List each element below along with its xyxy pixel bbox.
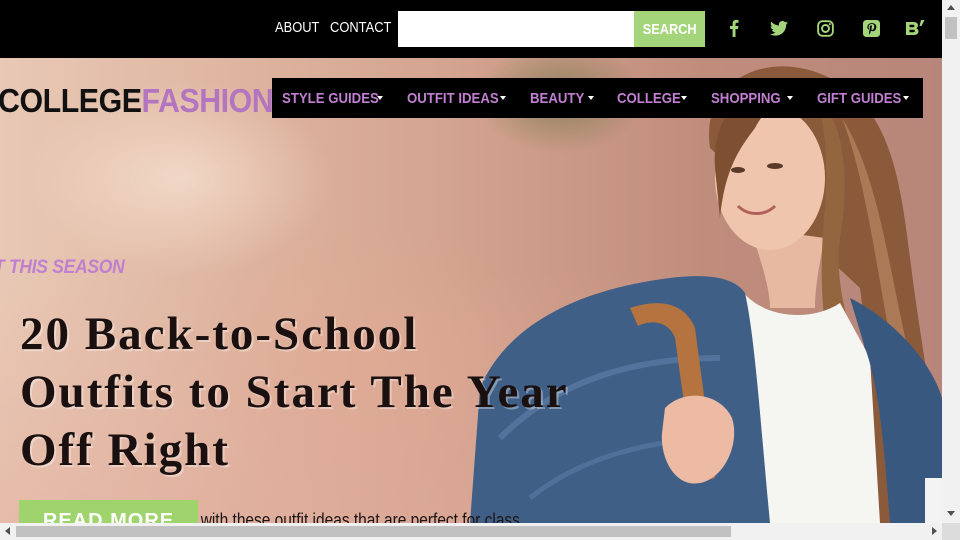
read-more-button[interactable]: READ MORE xyxy=(19,500,198,523)
search-button-label: SEARCH xyxy=(642,20,697,38)
top-bar: ABOUT CONTACT SEARCH xyxy=(0,0,942,58)
page-viewport: T THIS SEASON 20 Back-to-School Outfits … xyxy=(0,0,942,523)
chevron-down-icon[interactable] xyxy=(681,96,687,100)
search-input[interactable] xyxy=(398,11,634,47)
instagram-icon[interactable] xyxy=(813,16,837,40)
hero-headline[interactable]: 20 Back-to-School Outfits to Start The Y… xyxy=(20,305,580,479)
vertical-scroll-thumb[interactable] xyxy=(945,17,957,39)
facebook-icon[interactable] xyxy=(722,16,746,40)
scroll-down-arrow-icon[interactable] xyxy=(947,511,955,516)
contact-link[interactable]: CONTACT xyxy=(330,19,391,36)
scroll-left-arrow-icon[interactable] xyxy=(5,527,10,535)
nav-shopping[interactable]: SHOPPING xyxy=(711,90,781,107)
logo-college: COLLEGE xyxy=(0,82,142,119)
search-button[interactable]: SEARCH xyxy=(634,11,705,47)
eye-left xyxy=(731,167,745,173)
bloglovin-icon[interactable] xyxy=(904,16,928,40)
horizontal-scrollbar[interactable] xyxy=(0,523,942,540)
scroll-up-arrow-icon[interactable] xyxy=(947,5,955,10)
eye-right xyxy=(767,163,783,169)
site-logo[interactable]: COLLEGEFASHION xyxy=(0,82,274,120)
scrollbar-corner xyxy=(942,523,960,540)
nav-beauty[interactable]: BEAUTY xyxy=(530,90,584,107)
nav-college[interactable]: COLLEGE xyxy=(617,90,681,107)
chevron-down-icon[interactable] xyxy=(377,96,383,100)
hero-eyebrow: T THIS SEASON xyxy=(0,257,125,278)
nav-gift-guides[interactable]: GIFT GUIDES xyxy=(817,90,901,107)
hero-section: T THIS SEASON 20 Back-to-School Outfits … xyxy=(0,58,942,523)
pinterest-icon[interactable] xyxy=(859,16,883,40)
shirt-corner xyxy=(925,478,942,523)
chevron-down-icon[interactable] xyxy=(588,96,594,100)
scroll-right-arrow-icon[interactable] xyxy=(932,527,937,535)
about-link[interactable]: ABOUT xyxy=(275,19,319,36)
horizontal-scroll-thumb[interactable] xyxy=(16,526,731,537)
logo-fashion: FASHION xyxy=(141,82,274,119)
nav-outfit-ideas[interactable]: OUTFIT IDEAS xyxy=(407,90,499,107)
twitter-icon[interactable] xyxy=(767,16,791,40)
nav-style-guides[interactable]: STYLE GUIDES xyxy=(282,90,379,107)
vertical-scrollbar[interactable] xyxy=(942,0,960,523)
main-navigation: STYLE GUIDES OUTFIT IDEAS BEAUTY COLLEGE… xyxy=(272,78,923,118)
chevron-down-icon[interactable] xyxy=(787,96,793,100)
chevron-down-icon[interactable] xyxy=(500,96,506,100)
chevron-down-icon[interactable] xyxy=(903,96,909,100)
